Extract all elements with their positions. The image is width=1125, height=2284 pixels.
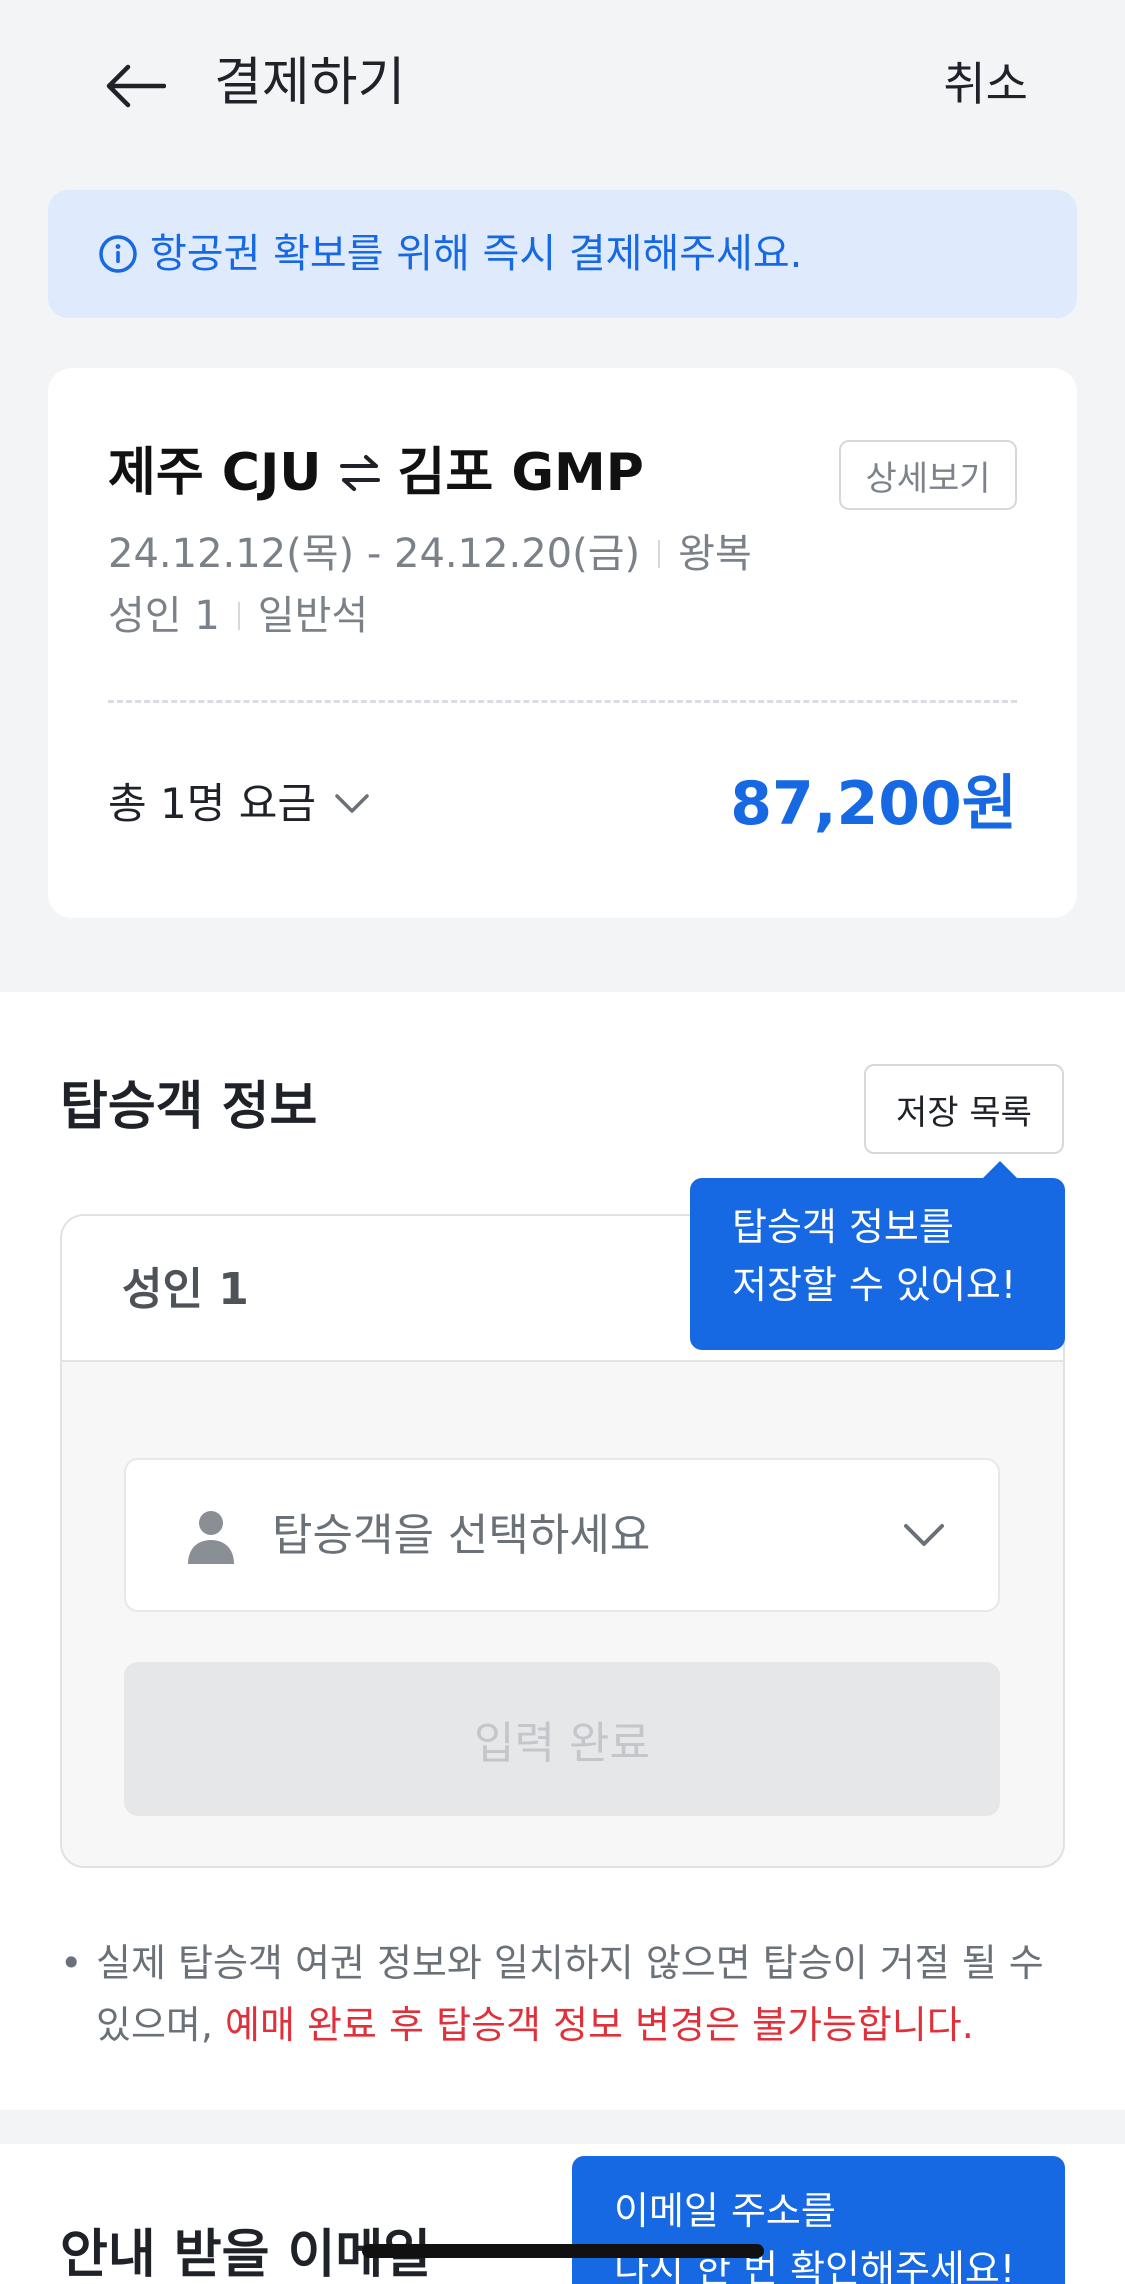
tooltip-line: 저장할 수 있어요! xyxy=(732,1263,1017,1307)
flight-summary-card: 제주 CJU 김포 GMP 상세보기 24.12.12(목) - 24.12.2… xyxy=(48,368,1077,918)
passenger-select-placeholder: 탑승객을 선택하세요 xyxy=(272,1510,651,1561)
origin-label: 제주 CJU xyxy=(108,443,322,503)
flight-dates: 24.12.12(목) - 24.12.20(금) xyxy=(108,531,641,577)
email-tooltip: 이메일 주소를 다시 한 번 확인해주세요! xyxy=(572,2156,1065,2284)
chevron-down-icon xyxy=(904,1524,944,1546)
home-indicator xyxy=(362,2244,764,2258)
divider xyxy=(658,540,661,568)
cancel-button[interactable]: 취소 xyxy=(943,52,1028,116)
info-icon xyxy=(98,234,138,274)
header: 결제하기 취소 xyxy=(0,0,1125,170)
dashed-divider xyxy=(108,700,1017,703)
round-trip-icon xyxy=(336,449,384,497)
chevron-down-icon xyxy=(335,794,369,813)
tooltip-line: 탑승객 정보를 xyxy=(732,1205,954,1249)
total-fare: 87,200원 xyxy=(730,769,1017,839)
input-complete-button[interactable]: 입력 완료 xyxy=(124,1662,1000,1816)
arrow-left-icon xyxy=(106,64,166,108)
passenger-type-label: 성인 1 xyxy=(122,1264,249,1315)
passenger-info-section: 탑승객 정보 저장 목록 성인 1 탑승객을 선택하세요 입력 완료 탑승객 정… xyxy=(0,992,1125,2110)
cabin-class: 일반석 xyxy=(257,593,369,639)
flight-route: 제주 CJU 김포 GMP xyxy=(108,438,644,508)
person-icon xyxy=(188,1511,234,1564)
notice-text: 항공권 확보를 위해 즉시 결제해주세요. xyxy=(150,231,803,277)
warning-text: 예매 완료 후 탑승객 정보 변경은 불가능합니다. xyxy=(225,2003,974,2047)
flight-dates-row: 24.12.12(목) - 24.12.20(금) 왕복 xyxy=(108,526,752,582)
tooltip-line: 이메일 주소를 xyxy=(614,2189,836,2233)
back-button[interactable] xyxy=(96,46,176,126)
fare-breakdown-toggle[interactable]: 총 1명 요금 xyxy=(108,774,370,834)
payment-notice-banner: 항공권 확보를 위해 즉시 결제해주세요. xyxy=(48,190,1077,318)
divider xyxy=(237,602,240,630)
email-section: 안내 받을 이메일 이메일 주소를 다시 한 번 확인해주세요! xyxy=(0,2144,1125,2284)
passenger-notice: • 실제 탑승객 여권 정보와 일치하지 않으면 탑승이 거절 될 수 있으며,… xyxy=(60,1932,1065,2056)
passenger-count: 성인 1 xyxy=(108,593,220,639)
bullet-icon: • xyxy=(60,1941,83,1985)
trip-type: 왕복 xyxy=(678,531,752,577)
passenger-cabin-row: 성인 1 일반석 xyxy=(108,588,368,644)
saved-list-tooltip: 탑승객 정보를 저장할 수 있어요! xyxy=(690,1161,1065,1350)
passenger-select-dropdown[interactable]: 탑승객을 선택하세요 xyxy=(124,1458,1000,1612)
destination-label: 김포 GMP xyxy=(397,443,644,503)
saved-list-button[interactable]: 저장 목록 xyxy=(864,1064,1064,1154)
page-title: 결제하기 xyxy=(214,53,406,113)
section-title: 탑승객 정보 xyxy=(60,1077,318,1137)
fare-label: 총 1명 요금 xyxy=(108,779,316,828)
tooltip-arrow xyxy=(982,1161,1018,1179)
view-details-button[interactable]: 상세보기 xyxy=(839,440,1017,510)
